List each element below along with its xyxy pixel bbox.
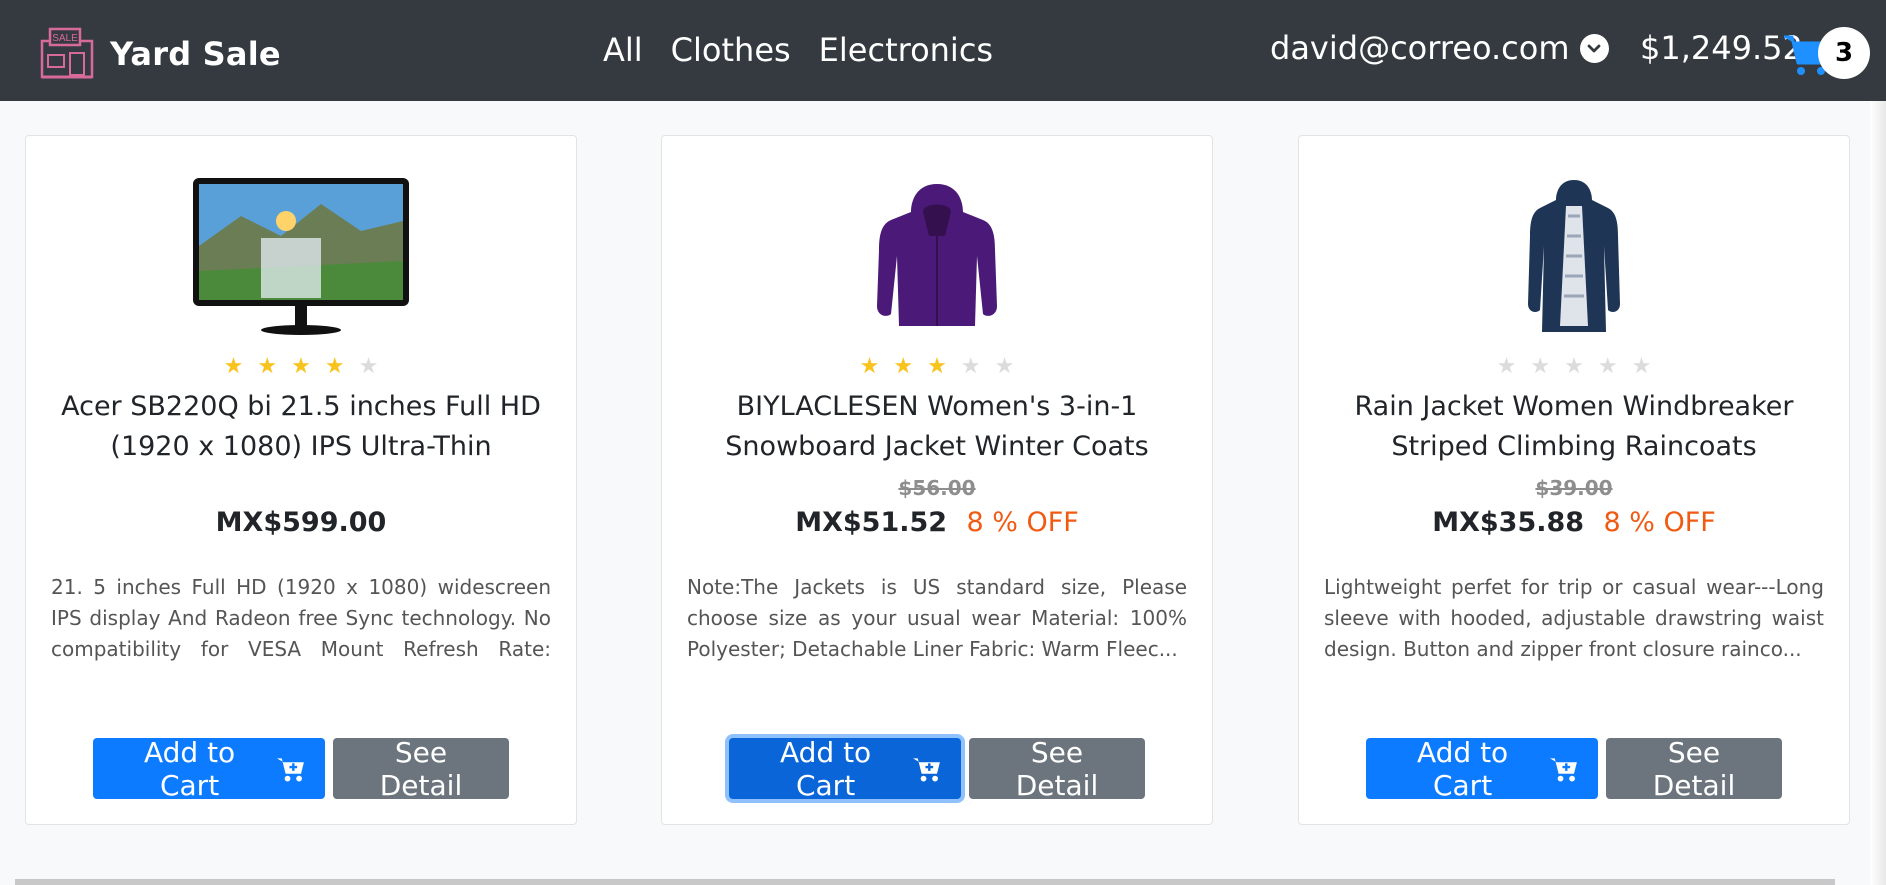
product-card: ★ ★ ★ ★ ★ BIYLACLESEN Women's 3-in-1 Snowboa…: [661, 135, 1213, 825]
user-email: david@correo.com: [1270, 29, 1570, 67]
card-actions: Add to Cart See Detail: [662, 735, 1212, 802]
cart-plus-icon: [913, 757, 941, 781]
see-detail-label: See Detail: [1015, 735, 1099, 802]
product-description: Lightweight perfet for trip or casual we…: [1324, 575, 1824, 661]
see-detail-label: See Detail: [379, 735, 463, 802]
cart-count-badge: 3: [1818, 27, 1870, 79]
cart-plus-icon: [277, 757, 305, 781]
svg-text:SALE: SALE: [52, 33, 78, 44]
add-to-cart-button[interactable]: Add to Cart: [729, 735, 961, 802]
rating-stars: ★ ★ ★ ★ ★: [1299, 356, 1849, 378]
star-icon: ★: [927, 354, 947, 379]
brand[interactable]: SALE Yard Sale: [40, 27, 281, 81]
star-icon: ★: [1597, 354, 1618, 379]
star-icon: ★: [1496, 354, 1517, 379]
see-detail-label: See Detail: [1652, 735, 1736, 802]
add-to-cart-button[interactable]: Add to Cart: [93, 735, 325, 802]
purple-jacket-image: [877, 184, 997, 326]
product-price: MX$35.88: [1432, 507, 1585, 538]
star-icon: ★: [893, 354, 914, 379]
user-menu-dropdown[interactable]: david@correo.com: [1270, 29, 1609, 67]
brand-name: Yard Sale: [110, 35, 281, 73]
product-title: BIYLACLESEN Women's 3-in-1 Snowboard Jac…: [725, 391, 1149, 462]
add-to-cart-label: Add to Cart: [1416, 735, 1509, 802]
price-row: MX$35.88 8 % OFF: [1299, 507, 1849, 538]
discount-badge: 8 % OFF: [966, 507, 1079, 538]
cart-plus-icon: [1550, 757, 1578, 781]
vertical-scrollbar[interactable]: [1870, 101, 1886, 885]
add-to-cart-label: Add to Cart: [143, 735, 236, 802]
star-icon: ★: [358, 354, 379, 379]
navy-raincoat-image: [1528, 180, 1620, 332]
monitor-image: [193, 178, 409, 335]
star-icon: ★: [324, 354, 345, 379]
original-price: $39.00: [1535, 476, 1613, 500]
discount-badge: 8 % OFF: [1603, 507, 1716, 538]
add-to-cart-label: Add to Cart: [779, 735, 872, 802]
price-row: MX$51.52 8 % OFF: [662, 507, 1212, 538]
star-icon: ★: [1564, 354, 1584, 379]
cart-button[interactable]: 3: [1782, 27, 1870, 81]
category-nav: All Clothes Electronics: [603, 31, 993, 69]
account-balance: $1,249.52: [1640, 29, 1803, 67]
star-icon: ★: [1631, 354, 1652, 379]
sale-store-icon: SALE: [40, 27, 94, 79]
product-title: Acer SB220Q bi 21.5 inches Full HD (1920…: [61, 391, 541, 462]
see-detail-button[interactable]: See Detail: [333, 735, 509, 802]
price-row: MX$599.00: [26, 507, 576, 538]
add-to-cart-button[interactable]: Add to Cart: [1366, 735, 1598, 802]
top-navbar: SALE Yard Sale All Clothes Electronics d…: [0, 0, 1886, 101]
rating-stars: ★ ★ ★ ★ ★: [662, 356, 1212, 378]
nav-link-electronics[interactable]: Electronics: [819, 31, 993, 69]
nav-link-all[interactable]: All: [603, 31, 643, 69]
star-icon: ★: [960, 354, 981, 379]
star-icon: ★: [1530, 354, 1551, 379]
chevron-down-icon: [1579, 33, 1609, 63]
horizontal-scrollbar[interactable]: [15, 879, 1835, 885]
product-price: MX$51.52: [795, 507, 948, 538]
card-actions: Add to Cart See Detail: [1299, 735, 1849, 802]
product-title: Rain Jacket Women Windbreaker Striped Cl…: [1354, 391, 1794, 462]
star-icon: ★: [257, 354, 278, 379]
see-detail-button[interactable]: See Detail: [1606, 735, 1782, 802]
product-card: ★ ★ ★ ★ ★ Acer SB220Q bi 21.5 inches Full HD…: [25, 135, 577, 825]
original-price: $56.00: [898, 476, 976, 500]
product-description: Note:The Jackets is US standard size, Pl…: [687, 575, 1187, 661]
product-card: ★ ★ ★ ★ ★ Rain Jacket Women Windbreaker Stri…: [1298, 135, 1850, 825]
rating-stars: ★ ★ ★ ★ ★: [26, 356, 576, 378]
see-detail-button[interactable]: See Detail: [969, 735, 1145, 802]
product-description: 21. 5 inches Full HD (1920 x 1080) wides…: [51, 575, 551, 661]
nav-link-clothes[interactable]: Clothes: [671, 31, 791, 69]
star-icon: ★: [859, 354, 880, 379]
star-icon: ★: [223, 354, 244, 379]
star-icon: ★: [291, 354, 311, 379]
star-icon: ★: [994, 354, 1015, 379]
product-price: MX$599.00: [215, 507, 387, 538]
card-actions: Add to Cart See Detail: [26, 735, 576, 802]
